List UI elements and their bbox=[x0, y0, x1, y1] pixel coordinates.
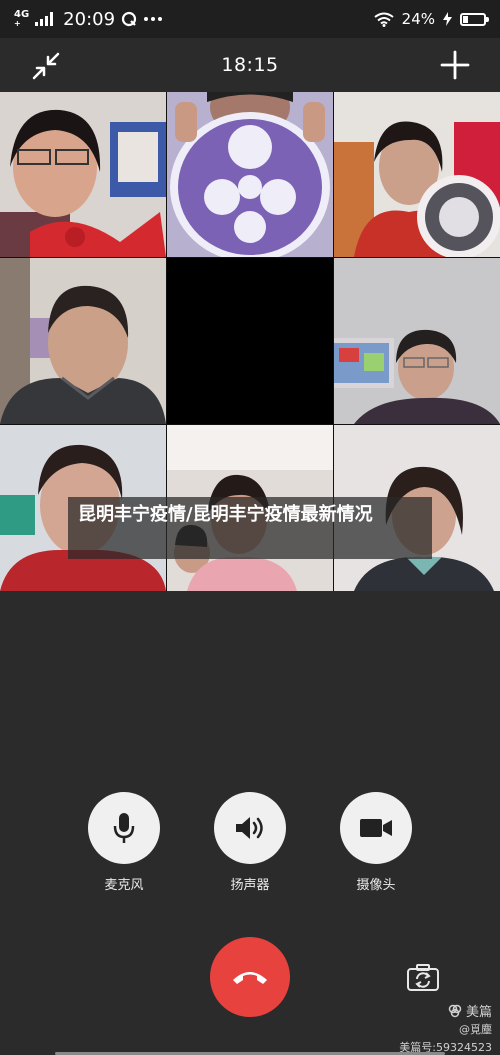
speaker-button[interactable] bbox=[214, 792, 286, 864]
hang-up-icon bbox=[233, 972, 267, 984]
participant-video-6[interactable] bbox=[334, 258, 500, 424]
network-sub-label: + bbox=[14, 19, 21, 28]
participant-video-2[interactable] bbox=[167, 92, 333, 257]
microphone-control[interactable]: 麦克风 bbox=[84, 792, 164, 893]
microphone-label: 麦克风 bbox=[104, 878, 144, 893]
minimize-icon[interactable] bbox=[30, 50, 62, 82]
participant-video-off[interactable] bbox=[167, 258, 333, 424]
participant-video-4[interactable] bbox=[0, 258, 166, 424]
speaker-icon bbox=[236, 817, 263, 839]
battery-percent: 24% bbox=[401, 10, 435, 28]
call-header: 18:15 bbox=[0, 38, 500, 92]
video-camera-icon bbox=[360, 819, 392, 837]
call-duration: 18:15 bbox=[221, 54, 279, 76]
watermark-brand-text: 美篇 bbox=[465, 1005, 492, 1020]
watermark-brand: 美篇 bbox=[448, 1001, 492, 1020]
microphone-icon bbox=[113, 813, 135, 843]
add-participant-icon[interactable] bbox=[438, 48, 472, 82]
speaker-control[interactable]: 扬声器 bbox=[210, 792, 290, 893]
participant-video-1[interactable] bbox=[0, 92, 166, 257]
speaker-label: 扬声器 bbox=[230, 878, 270, 893]
microphone-button[interactable] bbox=[88, 792, 160, 864]
camera-label: 摄像头 bbox=[356, 878, 396, 893]
notification-icon bbox=[121, 11, 137, 27]
overlay-caption: 昆明丰宁疫情/昆明丰宁疫情最新情况 bbox=[68, 497, 432, 559]
wifi-icon bbox=[374, 12, 394, 27]
charging-icon bbox=[443, 12, 452, 26]
signal-icon bbox=[35, 12, 54, 26]
battery-fill bbox=[463, 15, 468, 23]
camera-button[interactable] bbox=[340, 792, 412, 864]
switch-camera-icon[interactable] bbox=[406, 963, 440, 993]
call-controls: 麦克风 扬声器 摄像头 bbox=[0, 792, 500, 902]
meipian-logo-icon bbox=[448, 1004, 462, 1017]
watermark-user: @覓塵 bbox=[459, 1023, 492, 1036]
camera-control[interactable]: 摄像头 bbox=[336, 792, 416, 893]
participant-video-3[interactable] bbox=[334, 92, 500, 257]
status-bar: 4G + 20:09 24% bbox=[0, 0, 500, 38]
hang-up-button[interactable] bbox=[210, 937, 290, 1017]
status-time: 20:09 bbox=[63, 8, 116, 30]
battery-icon bbox=[460, 12, 489, 26]
network-indicator: 4G + bbox=[14, 10, 29, 28]
more-icon bbox=[144, 17, 163, 21]
